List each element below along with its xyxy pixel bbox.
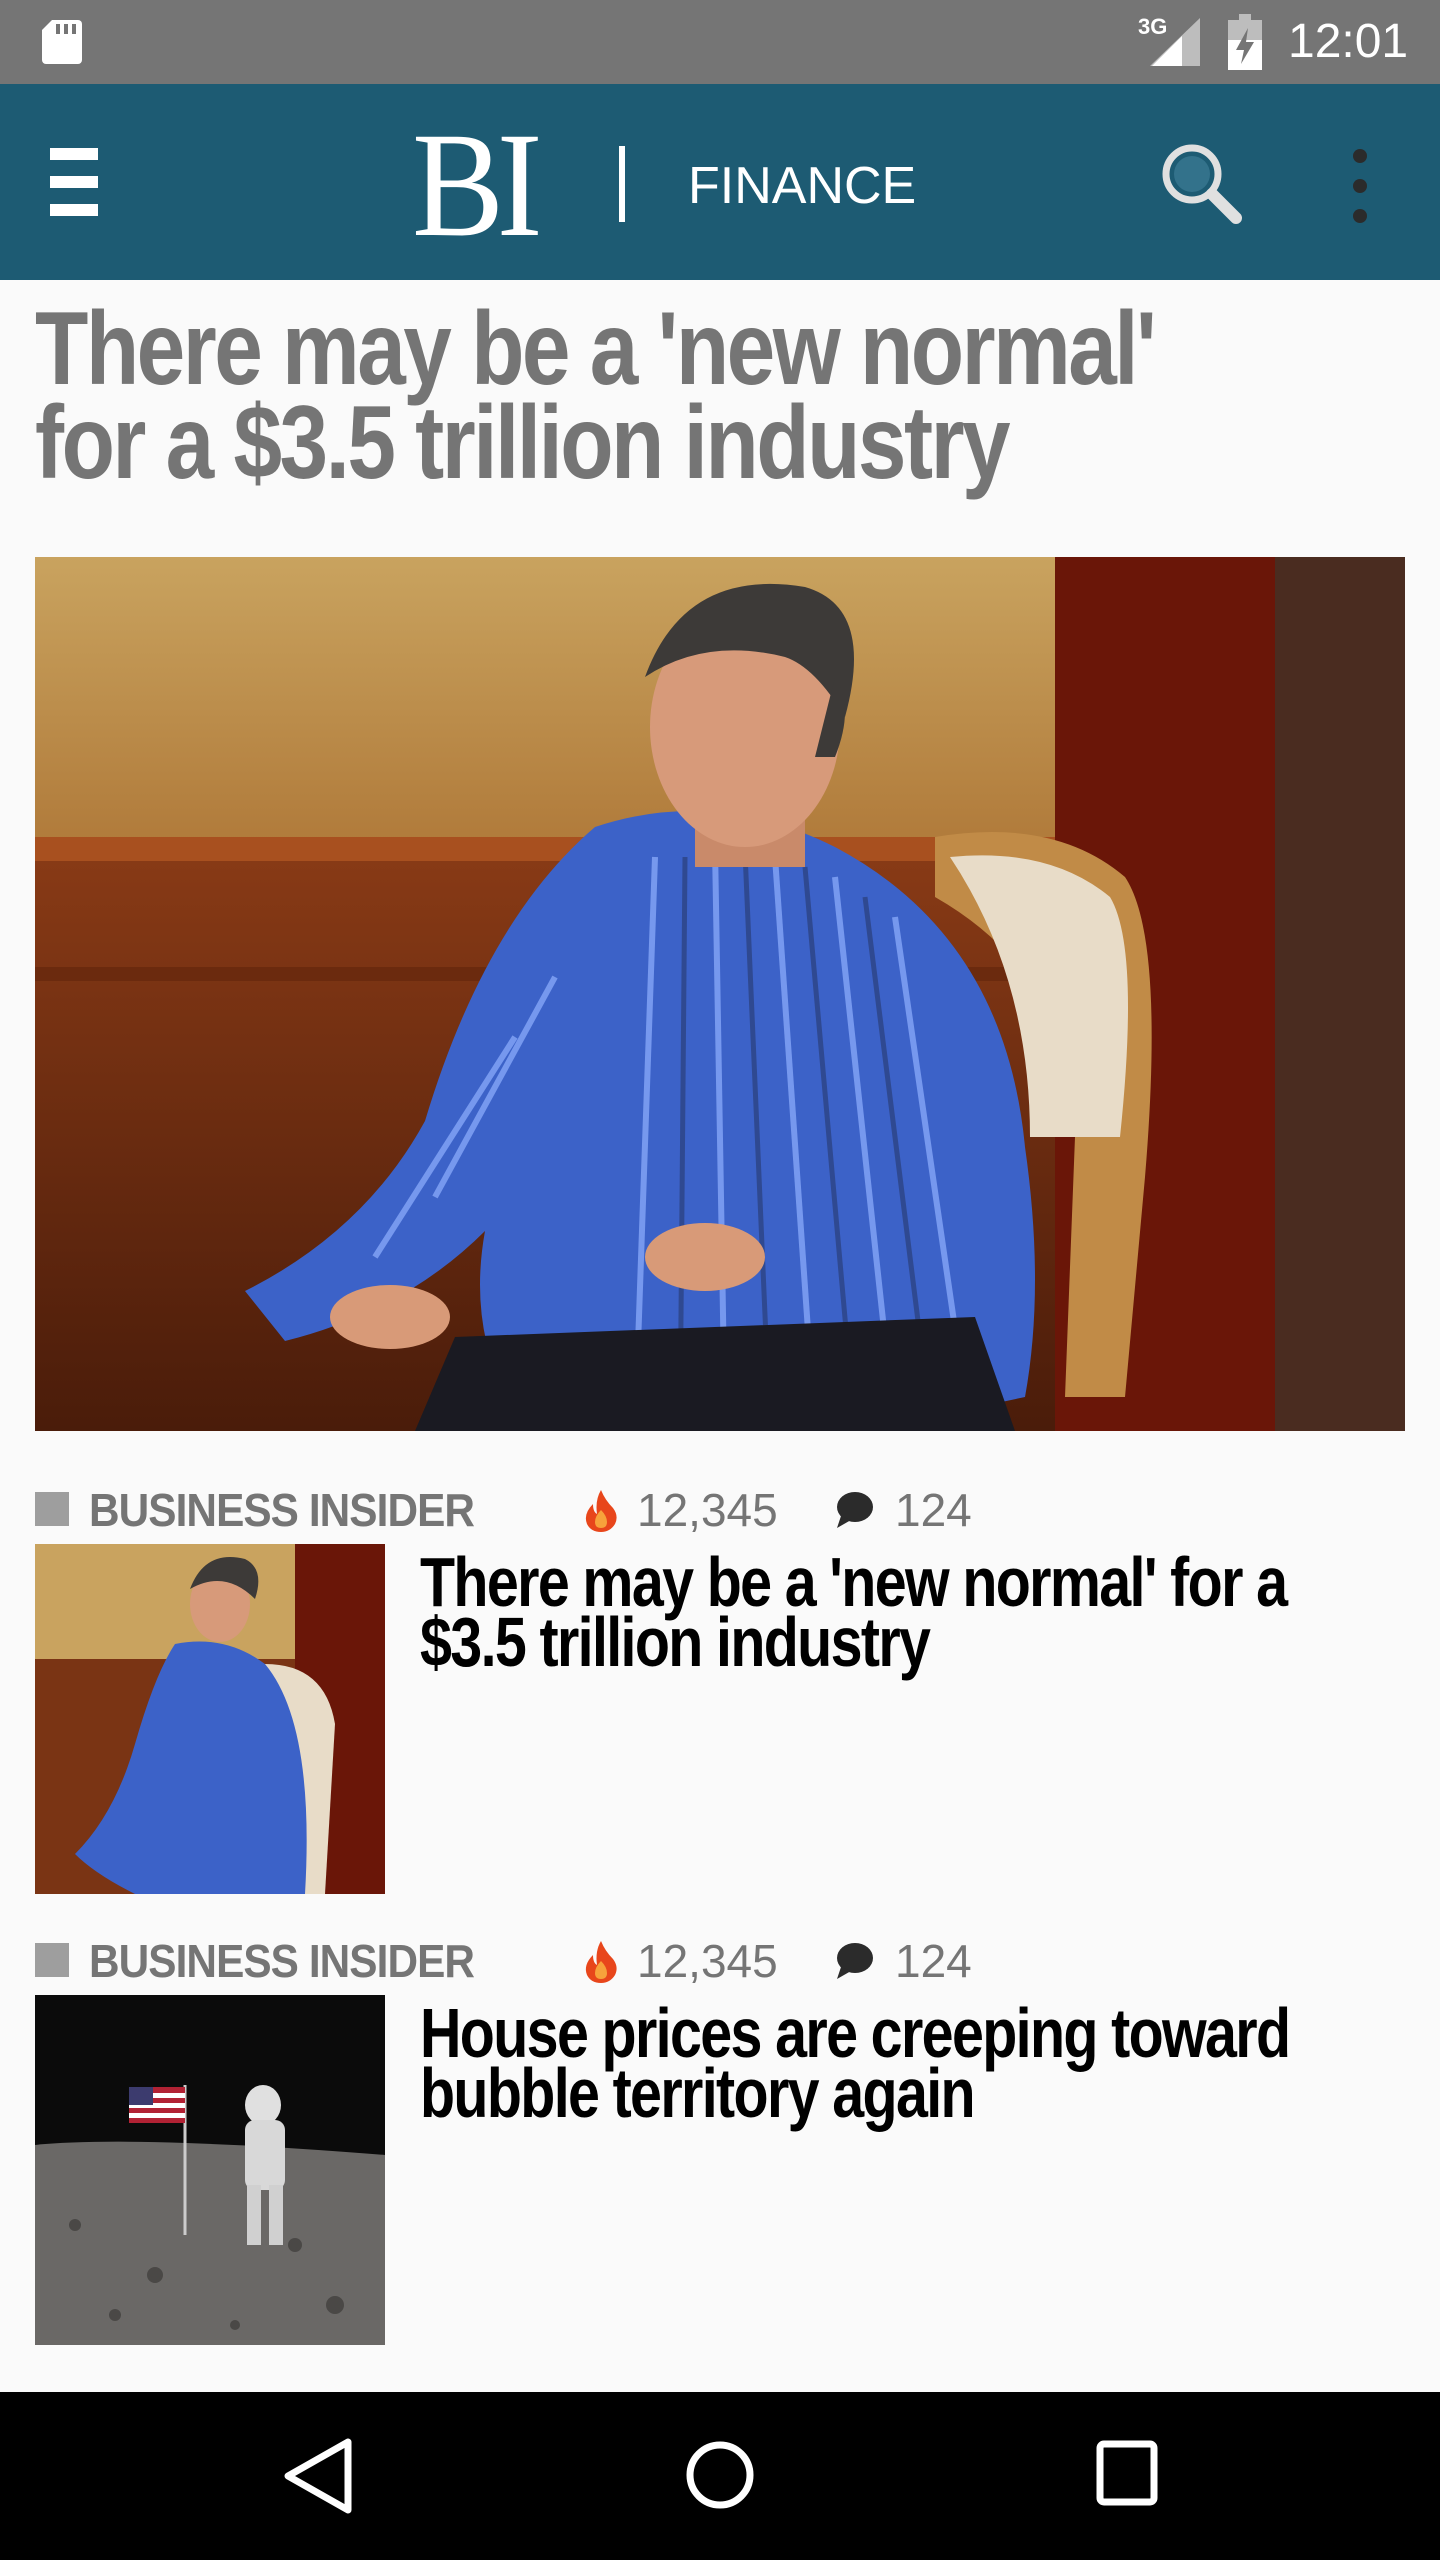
- article-headline-line-2: bubble territory again: [420, 2054, 976, 2132]
- search-icon[interactable]: [1158, 140, 1242, 224]
- hero-photo-illustration: [35, 557, 1405, 1431]
- battery-charging-icon: [1228, 14, 1262, 70]
- bi-logo[interactable]: BI: [412, 110, 543, 260]
- home-icon[interactable]: [682, 2432, 758, 2518]
- sd-card-icon: [42, 20, 82, 64]
- article-meta: BUSINESS INSIDER 12,345 124: [35, 1931, 1235, 1991]
- overflow-menu-icon[interactable]: [1342, 146, 1378, 226]
- article-thumbnail[interactable]: [35, 1544, 385, 1894]
- article-card[interactable]: BUSINESS INSIDER 12,345 124 There may be…: [0, 1480, 1440, 1900]
- comment-count: 124: [895, 1484, 972, 1536]
- hero-headline[interactable]: There may be a 'new normal' for a $3.5 t…: [35, 297, 1186, 495]
- status-bar: 3G 12:01: [0, 0, 1440, 84]
- article-thumbnail[interactable]: [35, 1995, 385, 2345]
- article-source: BUSINESS INSIDER: [89, 1935, 475, 1987]
- source-square-icon: [35, 1943, 69, 1977]
- view-count: 12,345: [637, 1484, 778, 1536]
- status-clock: 12:01: [1288, 15, 1409, 68]
- app-bar: BI FINANCE: [0, 84, 1440, 280]
- comment-icon: [837, 1943, 873, 1979]
- article-card[interactable]: BUSINESS INSIDER 12,345 124 House prices…: [0, 1931, 1440, 2351]
- hero-image[interactable]: [35, 557, 1405, 1431]
- article-headline[interactable]: House prices are creeping toward bubble …: [420, 1998, 1347, 2128]
- cell-signal-icon: [1150, 18, 1200, 66]
- menu-icon[interactable]: [50, 144, 106, 220]
- hero-headline-line-2: for a $3.5 trillion industry: [35, 385, 1011, 501]
- comment-icon: [837, 1492, 873, 1528]
- section-title: FINANCE: [688, 157, 917, 215]
- article-meta: BUSINESS INSIDER 12,345 124: [35, 1480, 1235, 1540]
- article-headline[interactable]: There may be a 'new normal' for a $3.5 t…: [420, 1547, 1347, 1677]
- source-square-icon: [35, 1492, 69, 1526]
- back-icon[interactable]: [280, 2436, 356, 2516]
- recents-icon[interactable]: [1092, 2434, 1162, 2514]
- article-source: BUSINESS INSIDER: [89, 1484, 475, 1536]
- view-count: 12,345: [637, 1935, 778, 1987]
- logo-divider: [619, 146, 625, 222]
- fire-icon: [585, 1490, 617, 1532]
- fire-icon: [585, 1941, 617, 1983]
- system-nav-bar: [0, 2392, 1440, 2560]
- article-headline-line-2: $3.5 trillion industry: [420, 1603, 931, 1681]
- comment-count: 124: [895, 1935, 972, 1987]
